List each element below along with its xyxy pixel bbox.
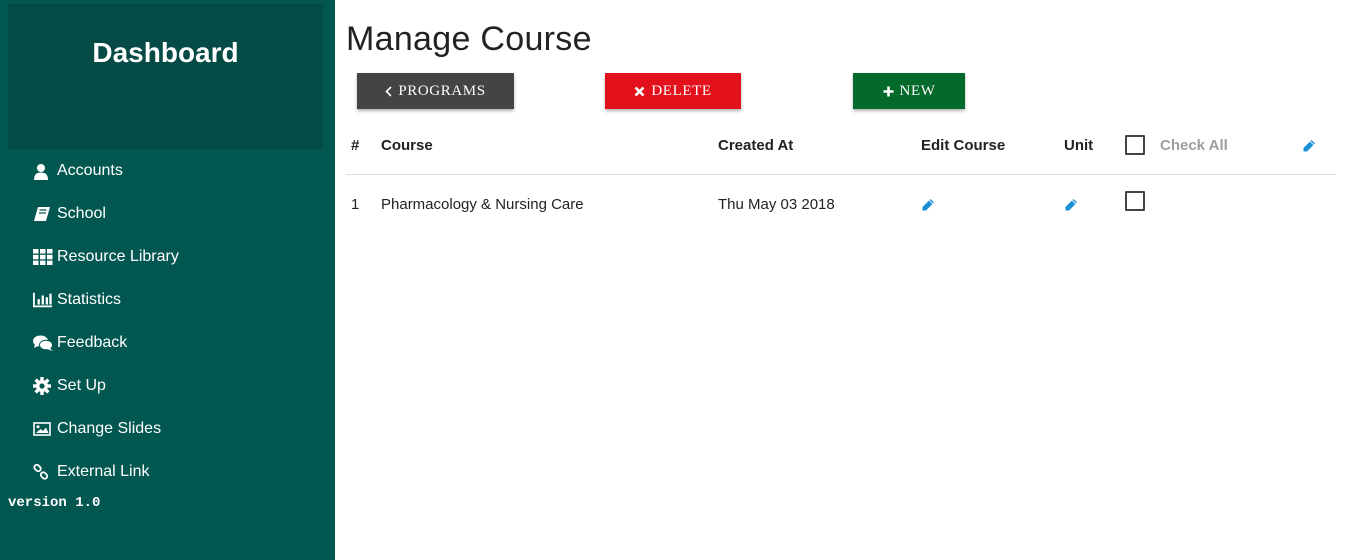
sidebar-item-set-up[interactable]: Set Up — [33, 374, 106, 398]
sidebar-item-label: School — [57, 205, 106, 222]
main-content: Manage Course PROGRAMS DELETE NEW # Cour… — [335, 0, 1347, 560]
check-all-checkbox[interactable] — [1125, 135, 1145, 155]
new-button-label: NEW — [899, 82, 936, 99]
book-icon — [33, 205, 53, 223]
check-all-label[interactable]: Check All — [1160, 137, 1228, 154]
sidebar-item-label: Accounts — [57, 162, 123, 179]
chevron-left-icon — [385, 85, 392, 97]
column-header-unit: Unit — [1064, 137, 1094, 154]
sidebar-title[interactable]: Dashboard — [8, 37, 323, 69]
sidebar-item-change-slides[interactable]: Change Slides — [33, 417, 161, 441]
sidebar: Dashboard Accounts School Resource Libra… — [0, 0, 335, 560]
column-header-index: # — [351, 137, 360, 154]
sidebar-item-resource-library[interactable]: Resource Library — [33, 245, 179, 269]
sidebar-item-label: Feedback — [57, 334, 128, 351]
sidebar-item-label: Set Up — [57, 377, 106, 394]
programs-button-label: PROGRAMS — [398, 82, 486, 99]
sidebar-item-label: Change Slides — [57, 420, 162, 437]
sidebar-item-statistics[interactable]: Statistics — [33, 288, 121, 312]
sidebar-item-label: Resource Library — [57, 248, 179, 265]
pencil-icon[interactable] — [1302, 139, 1316, 153]
row-checkbox[interactable] — [1125, 191, 1145, 211]
column-header-course: Course — [381, 137, 433, 154]
image-icon — [33, 420, 53, 438]
grid-icon — [33, 248, 53, 266]
comments-icon — [33, 334, 53, 352]
sidebar-item-label: Statistics — [57, 291, 122, 308]
row-created-at: Thu May 03 2018 — [718, 196, 835, 213]
page-title: Manage Course — [346, 20, 592, 58]
column-header-created-at: Created At — [718, 137, 794, 154]
column-header-edit-course: Edit Course — [921, 137, 1006, 154]
edit-unit-pencil-icon[interactable] — [1064, 198, 1078, 212]
bar-chart-icon — [33, 291, 53, 309]
sidebar-item-feedback[interactable]: Feedback — [33, 331, 127, 355]
edit-course-pencil-icon[interactable] — [921, 198, 935, 212]
link-icon — [33, 463, 53, 481]
row-course-name: Pharmacology & Nursing Care — [381, 196, 584, 213]
user-icon — [33, 162, 53, 180]
sidebar-item-school[interactable]: School — [33, 202, 106, 226]
plus-icon — [883, 86, 894, 97]
row-index: 1 — [351, 196, 360, 213]
delete-button[interactable]: DELETE — [605, 73, 741, 109]
sidebar-item-external-link[interactable]: External Link — [33, 460, 150, 484]
version-label: version 1.0 — [8, 495, 101, 511]
sidebar-item-accounts[interactable]: Accounts — [33, 159, 123, 183]
close-icon — [634, 86, 645, 97]
sidebar-item-label: External Link — [57, 463, 150, 480]
programs-button[interactable]: PROGRAMS — [357, 73, 514, 109]
sidebar-header: Dashboard — [8, 4, 323, 149]
table-header-divider — [346, 174, 1336, 175]
delete-button-label: DELETE — [651, 82, 712, 99]
gear-icon — [33, 377, 53, 395]
new-button[interactable]: NEW — [853, 73, 965, 109]
